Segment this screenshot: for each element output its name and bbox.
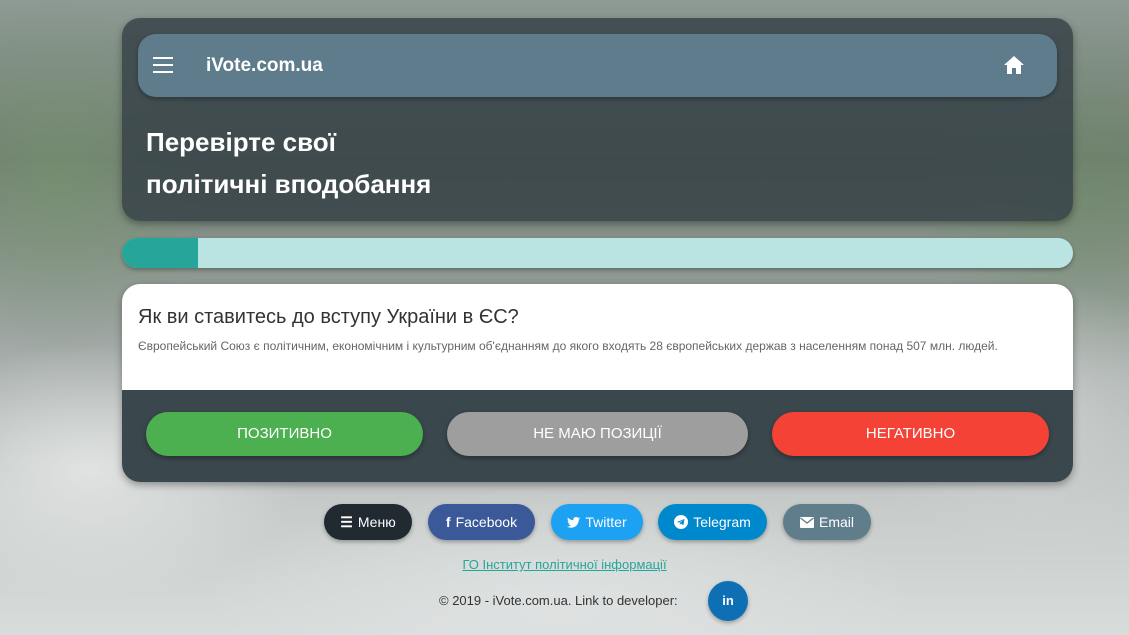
negative-button[interactable]: Негативно [772, 412, 1049, 456]
telegram-icon [674, 504, 689, 540]
home-icon[interactable] [1003, 55, 1025, 75]
menu-button-label: Меню [357, 514, 396, 530]
twitter-button-label: Twitter [585, 514, 627, 530]
quiz-progress-bar [122, 238, 1073, 268]
email-button[interactable]: Email [783, 504, 871, 540]
menu-icon[interactable] [153, 57, 173, 73]
question-card: Як ви ставитесь до вступу України в ЄС? … [122, 284, 1073, 482]
positive-button[interactable]: Позитивно [146, 412, 423, 456]
facebook-icon: f [445, 514, 451, 530]
bars-icon: ☰ [340, 514, 353, 530]
twitter-button[interactable]: Twitter [551, 504, 643, 540]
copyright-text: © 2019 - iVote.com.ua. Link to developer… [439, 593, 678, 608]
question-description: Європейський Союз є політичним, економіч… [138, 339, 998, 353]
brand-logo[interactable]: iVote.com.ua [206, 55, 323, 77]
linkedin-icon[interactable]: in [708, 581, 748, 621]
telegram-button-label: Telegram [693, 514, 751, 530]
progress-fill [122, 238, 199, 268]
page-title: Перевірте свої політичні вподобання [146, 121, 431, 205]
twitter-icon [567, 504, 581, 540]
email-button-label: Email [818, 514, 854, 530]
envelope-icon [799, 504, 814, 540]
header-card: iVote.com.ua Перевірте свої політичні вп… [122, 18, 1073, 221]
facebook-button[interactable]: f Facebook [428, 504, 535, 540]
organization-link[interactable]: ГО Інститут політичної інформації [0, 557, 1129, 572]
page-title-line1: Перевірте свої [146, 127, 336, 157]
answer-buttons: Позитивно Не маю позиції Негативно [122, 390, 1073, 482]
menu-button[interactable]: ☰ Меню [324, 504, 412, 540]
navbar: iVote.com.ua [138, 34, 1057, 97]
page-title-line2: політичні вподобання [146, 169, 432, 199]
no-position-button[interactable]: Не маю позиції [447, 412, 748, 456]
question-title: Як ви ставитесь до вступу України в ЄС? [138, 306, 519, 328]
telegram-button[interactable]: Telegram [658, 504, 767, 540]
facebook-button-label: Facebook [455, 514, 518, 530]
question-body: Як ви ставитесь до вступу України в ЄС? … [122, 284, 1073, 390]
